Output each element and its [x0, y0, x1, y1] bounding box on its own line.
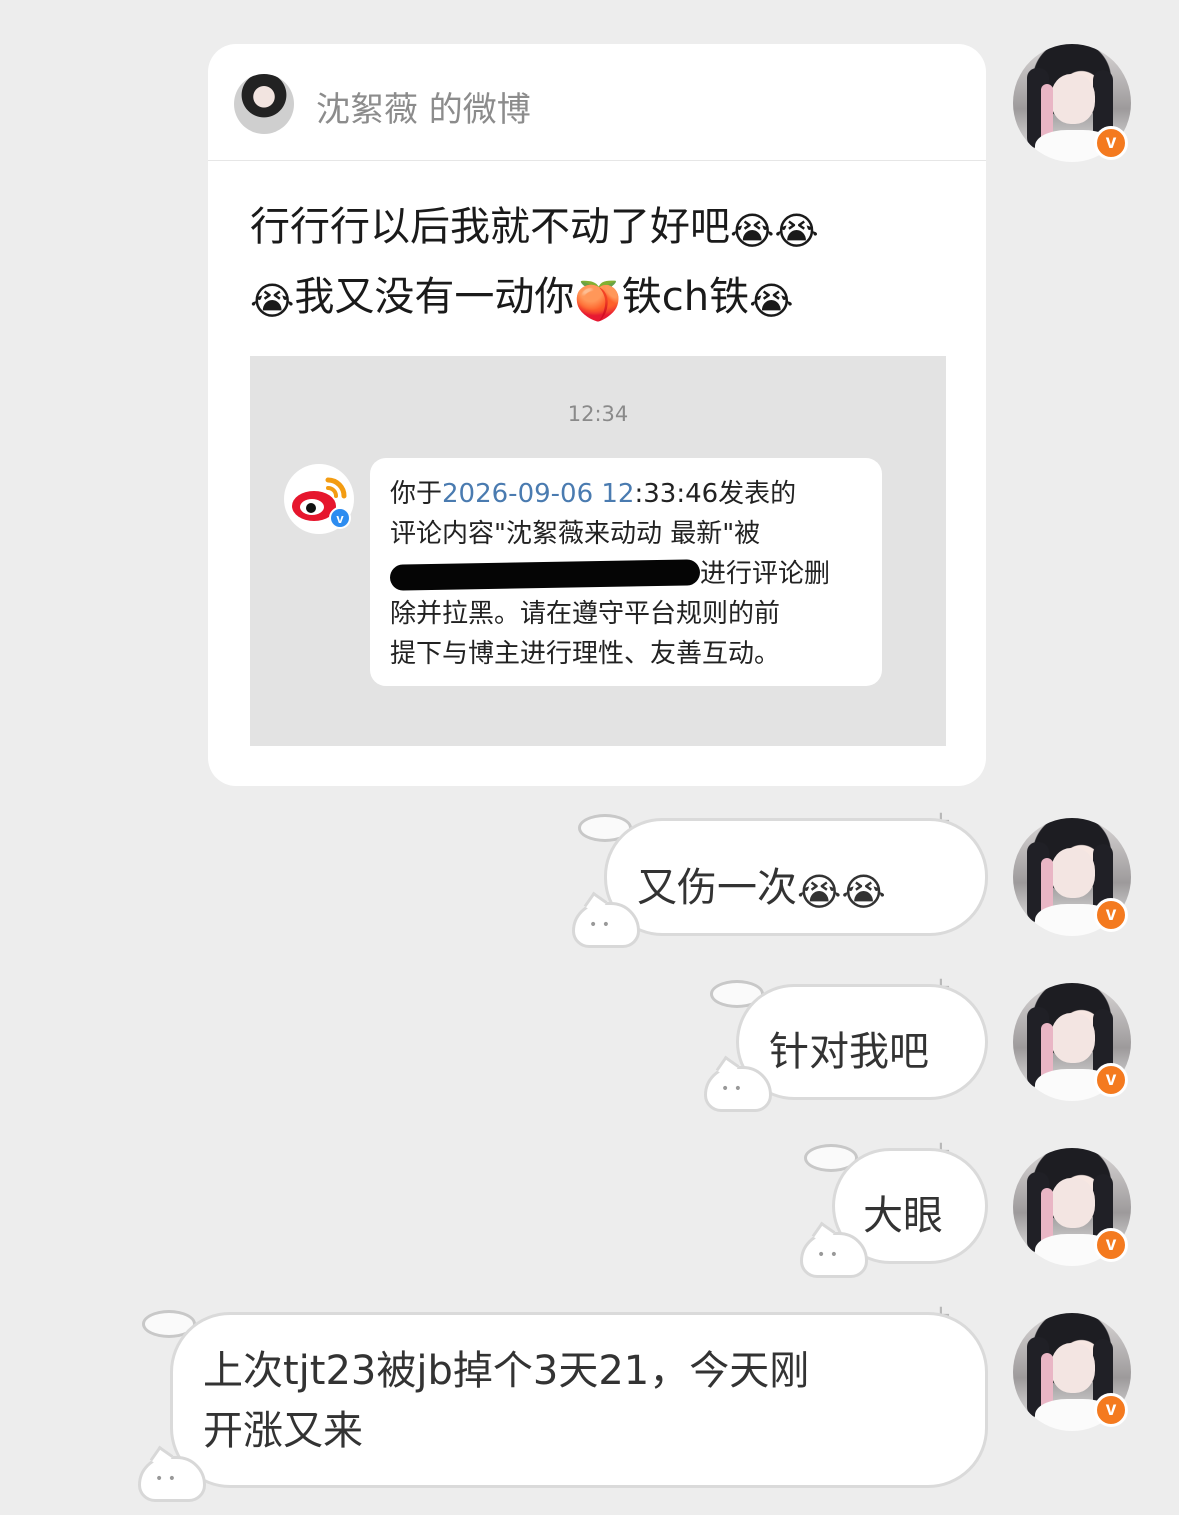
- crying-emoji: 😭: [749, 279, 794, 323]
- card-header[interactable]: 沈絮薇 的微博: [208, 44, 986, 161]
- notice-line5: 提下与博主进行理性、友善互动。: [390, 639, 781, 669]
- notice-after-link: :33:46发表的: [634, 479, 797, 509]
- notice-prefix: 你于: [390, 479, 443, 509]
- cat-decoration-icon: [800, 1232, 868, 1278]
- message-text-line1: 上次tjt23被jb掉个3天21，今天刚: [203, 1348, 810, 1394]
- card-title: 沈絮薇 的微博: [316, 90, 531, 130]
- screenshot-timestamp: 12:34: [567, 402, 629, 426]
- notice-time-link[interactable]: 2026-09-06 12: [442, 479, 634, 509]
- weibo-share-card[interactable]: 沈絮薇 的微博 行行行以后我就不动了好吧😭😭 😭我又没有一动你🍑铁ch铁😭 12…: [208, 44, 986, 786]
- notice-line4: 除并拉黑。请在遵守平台规则的前: [390, 599, 781, 629]
- poster-avatar: [234, 74, 294, 134]
- cat-decoration-icon: [704, 1066, 772, 1112]
- verified-badge-icon: v: [1094, 1063, 1128, 1097]
- message-bubble[interactable]: 针对我吧: [736, 984, 988, 1100]
- crying-emoji: 😭: [841, 870, 886, 914]
- verified-badge-icon: v: [1094, 898, 1128, 932]
- peach-emoji: 🍑: [574, 279, 622, 323]
- attached-screenshot[interactable]: 12:34 v 你于2026-09-06 12:33:46发表的 评论内容"沈絮…: [250, 356, 946, 746]
- redaction-scribble: [389, 558, 701, 591]
- weibo-logo-icon: v: [284, 464, 354, 534]
- message-text: 又伤一次: [637, 865, 797, 911]
- post-line2a: 我又没有一动你: [294, 274, 575, 320]
- crying-emoji: 😭: [730, 209, 775, 253]
- verified-badge-icon: v: [1094, 1228, 1128, 1262]
- crying-emoji: 😭: [797, 870, 842, 914]
- crying-emoji: 😭: [774, 209, 819, 253]
- message-text: 针对我吧: [769, 1029, 929, 1075]
- post-line1: 行行行以后我就不动了好吧: [250, 204, 730, 250]
- post-line2b: 铁ch铁: [621, 274, 750, 320]
- notice-line2: 评论内容"沈絮薇来动动 最新"被: [390, 519, 761, 549]
- notice-line3-tail: 进行评论删: [700, 559, 831, 589]
- verified-mark: v: [336, 511, 344, 526]
- message-text-line2: 开涨又来: [203, 1408, 363, 1454]
- message-bubble[interactable]: 上次tjt23被jb掉个3天21，今天刚 开涨又来: [170, 1312, 988, 1488]
- cat-decoration-icon: [138, 1456, 206, 1502]
- verified-badge-icon: v: [1094, 1393, 1128, 1427]
- crying-emoji: 😭: [250, 279, 295, 323]
- system-notice-bubble: 你于2026-09-06 12:33:46发表的 评论内容"沈絮薇来动动 最新"…: [370, 458, 882, 686]
- post-text: 行行行以后我就不动了好吧😭😭 😭我又没有一动你🍑铁ch铁😭: [250, 192, 950, 332]
- cat-decoration-icon: [572, 902, 640, 948]
- message-text: 大眼: [863, 1193, 943, 1239]
- verified-badge-icon: v: [1094, 126, 1128, 160]
- message-bubble[interactable]: 又伤一次😭😭: [604, 818, 988, 936]
